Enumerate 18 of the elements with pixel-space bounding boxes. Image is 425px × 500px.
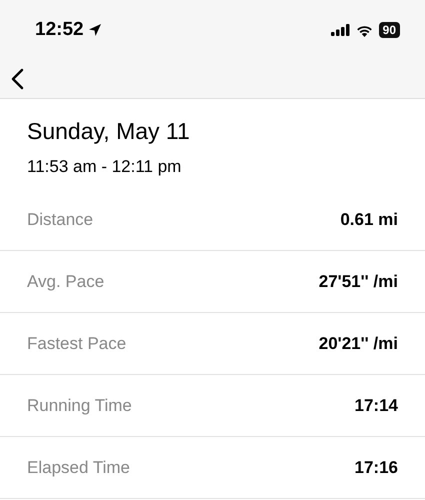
stat-value: 27'51'' /mi xyxy=(318,272,398,292)
stat-label: Distance xyxy=(27,210,94,230)
stat-label: Fastest Pace xyxy=(27,334,126,354)
battery-level: 90 xyxy=(378,22,400,38)
stat-value: 17:14 xyxy=(354,396,398,416)
stat-value: 20'21'' /mi xyxy=(318,334,398,354)
stat-value: 17:16 xyxy=(354,458,398,478)
signal-icon xyxy=(330,24,350,36)
status-time: 12:52 xyxy=(35,19,84,41)
stat-label: Running Time xyxy=(27,396,132,416)
time-range: 11:53 am - 12:11 pm xyxy=(27,157,182,178)
location-arrow-icon xyxy=(88,23,102,37)
stat-label: Elapsed Time xyxy=(27,458,130,478)
back-icon[interactable] xyxy=(10,68,24,90)
workout-date: Sunday, May 11 xyxy=(27,117,191,145)
wifi-icon xyxy=(356,24,373,36)
stat-label: Avg. Pace xyxy=(27,272,104,292)
stat-value: 0.61 mi xyxy=(340,210,398,230)
